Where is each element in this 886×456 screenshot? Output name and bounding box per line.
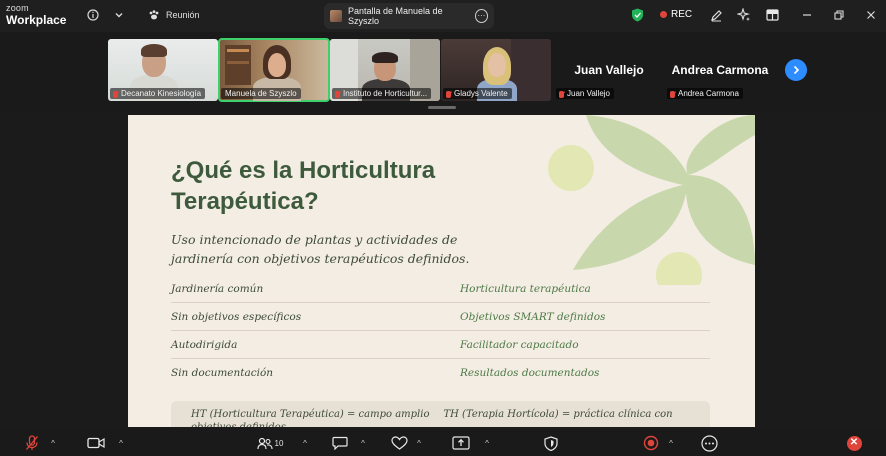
participant-display-name: Andrea Carmona (671, 63, 769, 77)
shared-slide: ¿Qué es la Horticultura Terapéutica? Uso… (128, 115, 755, 427)
screen-share-pill[interactable]: Pantalla de Manuela de Szyszlo ⋯ (324, 3, 494, 29)
more-options-icon[interactable]: ⋯ (474, 9, 488, 23)
sparkle-icon[interactable] (735, 6, 753, 24)
leaf-decoration (548, 115, 755, 285)
row-left-text: Sin documentación (171, 367, 274, 379)
meeting-label: Reunión (166, 10, 200, 20)
participants-button[interactable]: 10 (254, 433, 286, 453)
slide-subtitle: Uso intencionado de plantas y actividade… (171, 232, 470, 266)
participant-strip: Decanato Kinesiología Manuela de Szyszlo… (0, 32, 886, 112)
record-dot-icon (660, 11, 667, 18)
annotate-pen-icon[interactable] (707, 6, 725, 24)
row-right-text: Facilitador capacitado (460, 339, 579, 351)
record-icon (643, 435, 659, 451)
zoom-logo: zoom Workplace (6, 3, 67, 27)
leave-meeting-button[interactable]: ✕ (844, 433, 864, 453)
row-right-text: Resultados documentados (460, 367, 600, 379)
logo-line2: Workplace (6, 13, 67, 27)
chat-options-caret[interactable]: ^ (358, 433, 368, 453)
row-left-text: Sin objetivos específicos (171, 311, 302, 323)
participant-name-label: Decanato Kinesiología (110, 88, 206, 99)
mic-muted-icon (670, 91, 675, 98)
rec-label: REC (671, 9, 693, 20)
participant-name-label: Gladys Valente (443, 88, 512, 99)
layout-grid-icon[interactable] (763, 6, 781, 24)
more-dots-icon (700, 434, 718, 452)
shield-check-icon[interactable] (628, 6, 646, 24)
chat-button[interactable] (330, 433, 350, 453)
shield-icon (544, 435, 558, 451)
participant-tile-active[interactable]: Manuela de Szyszlo (218, 38, 330, 102)
restore-icon[interactable] (830, 6, 848, 24)
zoom-window: zoom Workplace Reunión Pantalla de Manue… (0, 0, 886, 456)
mic-muted-icon (335, 91, 340, 98)
reactions-options-caret[interactable]: ^ (414, 433, 424, 453)
meeting-indicator[interactable]: Reunión (148, 9, 200, 21)
mic-muted-icon (26, 435, 38, 450)
participant-tile[interactable]: Gladys Valente (441, 39, 551, 101)
row-right-text: Objetivos SMART definidos (460, 311, 606, 323)
chevron-right-icon (793, 65, 800, 75)
sharer-avatar (330, 10, 342, 22)
mic-muted-icon (559, 91, 564, 98)
top-bar: zoom Workplace Reunión Pantalla de Manue… (0, 0, 886, 32)
comparison-row: Sin objetivos específicos Objetivos SMAR… (171, 303, 710, 331)
chevron-down-icon[interactable] (110, 6, 128, 24)
comparison-row: Autodirigida Facilitador capacitado (171, 331, 710, 359)
share-label: Pantalla de Manuela de Szyszlo (348, 6, 443, 26)
participants-icon (256, 437, 273, 449)
participants-count: 10 (274, 438, 284, 448)
heart-icon (390, 436, 408, 450)
participant-tile[interactable]: Instituto de Horticultur... (330, 39, 440, 101)
comparison-row: Sin documentación Resultados documentado… (171, 359, 710, 387)
share-screen-icon (452, 436, 470, 450)
leave-icon: ✕ (846, 435, 862, 451)
mic-options-caret[interactable]: ^ (48, 433, 58, 453)
participant-name-label: Instituto de Horticultur... (332, 88, 432, 99)
mic-muted-icon (113, 91, 118, 98)
mic-muted-icon (446, 91, 451, 98)
participant-tile[interactable]: Decanato Kinesiología (108, 39, 218, 101)
meeting-controls: ^ ^ 10 ^ ^ ^ ^ ^ ✕ (0, 429, 886, 456)
participant-name-label: Manuela de Szyszlo (221, 88, 301, 99)
participant-tile[interactable]: Juan Vallejo Juan Vallejo (554, 39, 664, 101)
video-camera-icon (87, 437, 105, 449)
share-screen-button[interactable] (450, 433, 472, 453)
participant-name-label: Juan Vallejo (556, 88, 614, 99)
slide-title: ¿Qué es la Horticultura Terapéutica? (171, 157, 436, 215)
definition-note: HT (Horticultura Terapéutica) = campo am… (171, 401, 710, 427)
row-left-text: Jardinería común (171, 283, 264, 295)
participants-options-caret[interactable]: ^ (300, 433, 310, 453)
mic-muted-button[interactable] (22, 433, 42, 453)
chat-bubble-icon (332, 436, 348, 450)
minimize-icon[interactable] (798, 6, 816, 24)
logo-line1: zoom (6, 3, 29, 13)
video-options-caret[interactable]: ^ (116, 433, 126, 453)
participant-name-label: Andrea Carmona (667, 88, 743, 99)
row-right-text: Horticultura terapéutica (460, 283, 591, 295)
note-ht: HT (Horticultura Terapéutica) = campo am… (191, 409, 430, 420)
video-button[interactable] (86, 433, 106, 453)
more-button[interactable] (699, 433, 719, 453)
participant-display-name: Juan Vallejo (574, 63, 644, 77)
record-button[interactable] (641, 433, 661, 453)
close-window-icon[interactable] (862, 6, 880, 24)
record-options-caret[interactable]: ^ (666, 433, 676, 453)
reactions-button[interactable] (389, 433, 409, 453)
host-tools-button[interactable] (541, 433, 561, 453)
paw-icon (149, 10, 159, 20)
share-options-caret[interactable]: ^ (482, 433, 492, 453)
next-page-button[interactable] (785, 59, 807, 81)
participant-tile[interactable]: Andrea Carmona Andrea Carmona (665, 39, 775, 101)
row-left-text: Autodirigida (171, 339, 238, 351)
recording-indicator[interactable]: REC (660, 9, 692, 20)
info-icon[interactable] (84, 6, 102, 24)
resize-handle[interactable] (428, 106, 456, 109)
comparison-row: Jardinería común Horticultura terapéutic… (171, 275, 710, 303)
